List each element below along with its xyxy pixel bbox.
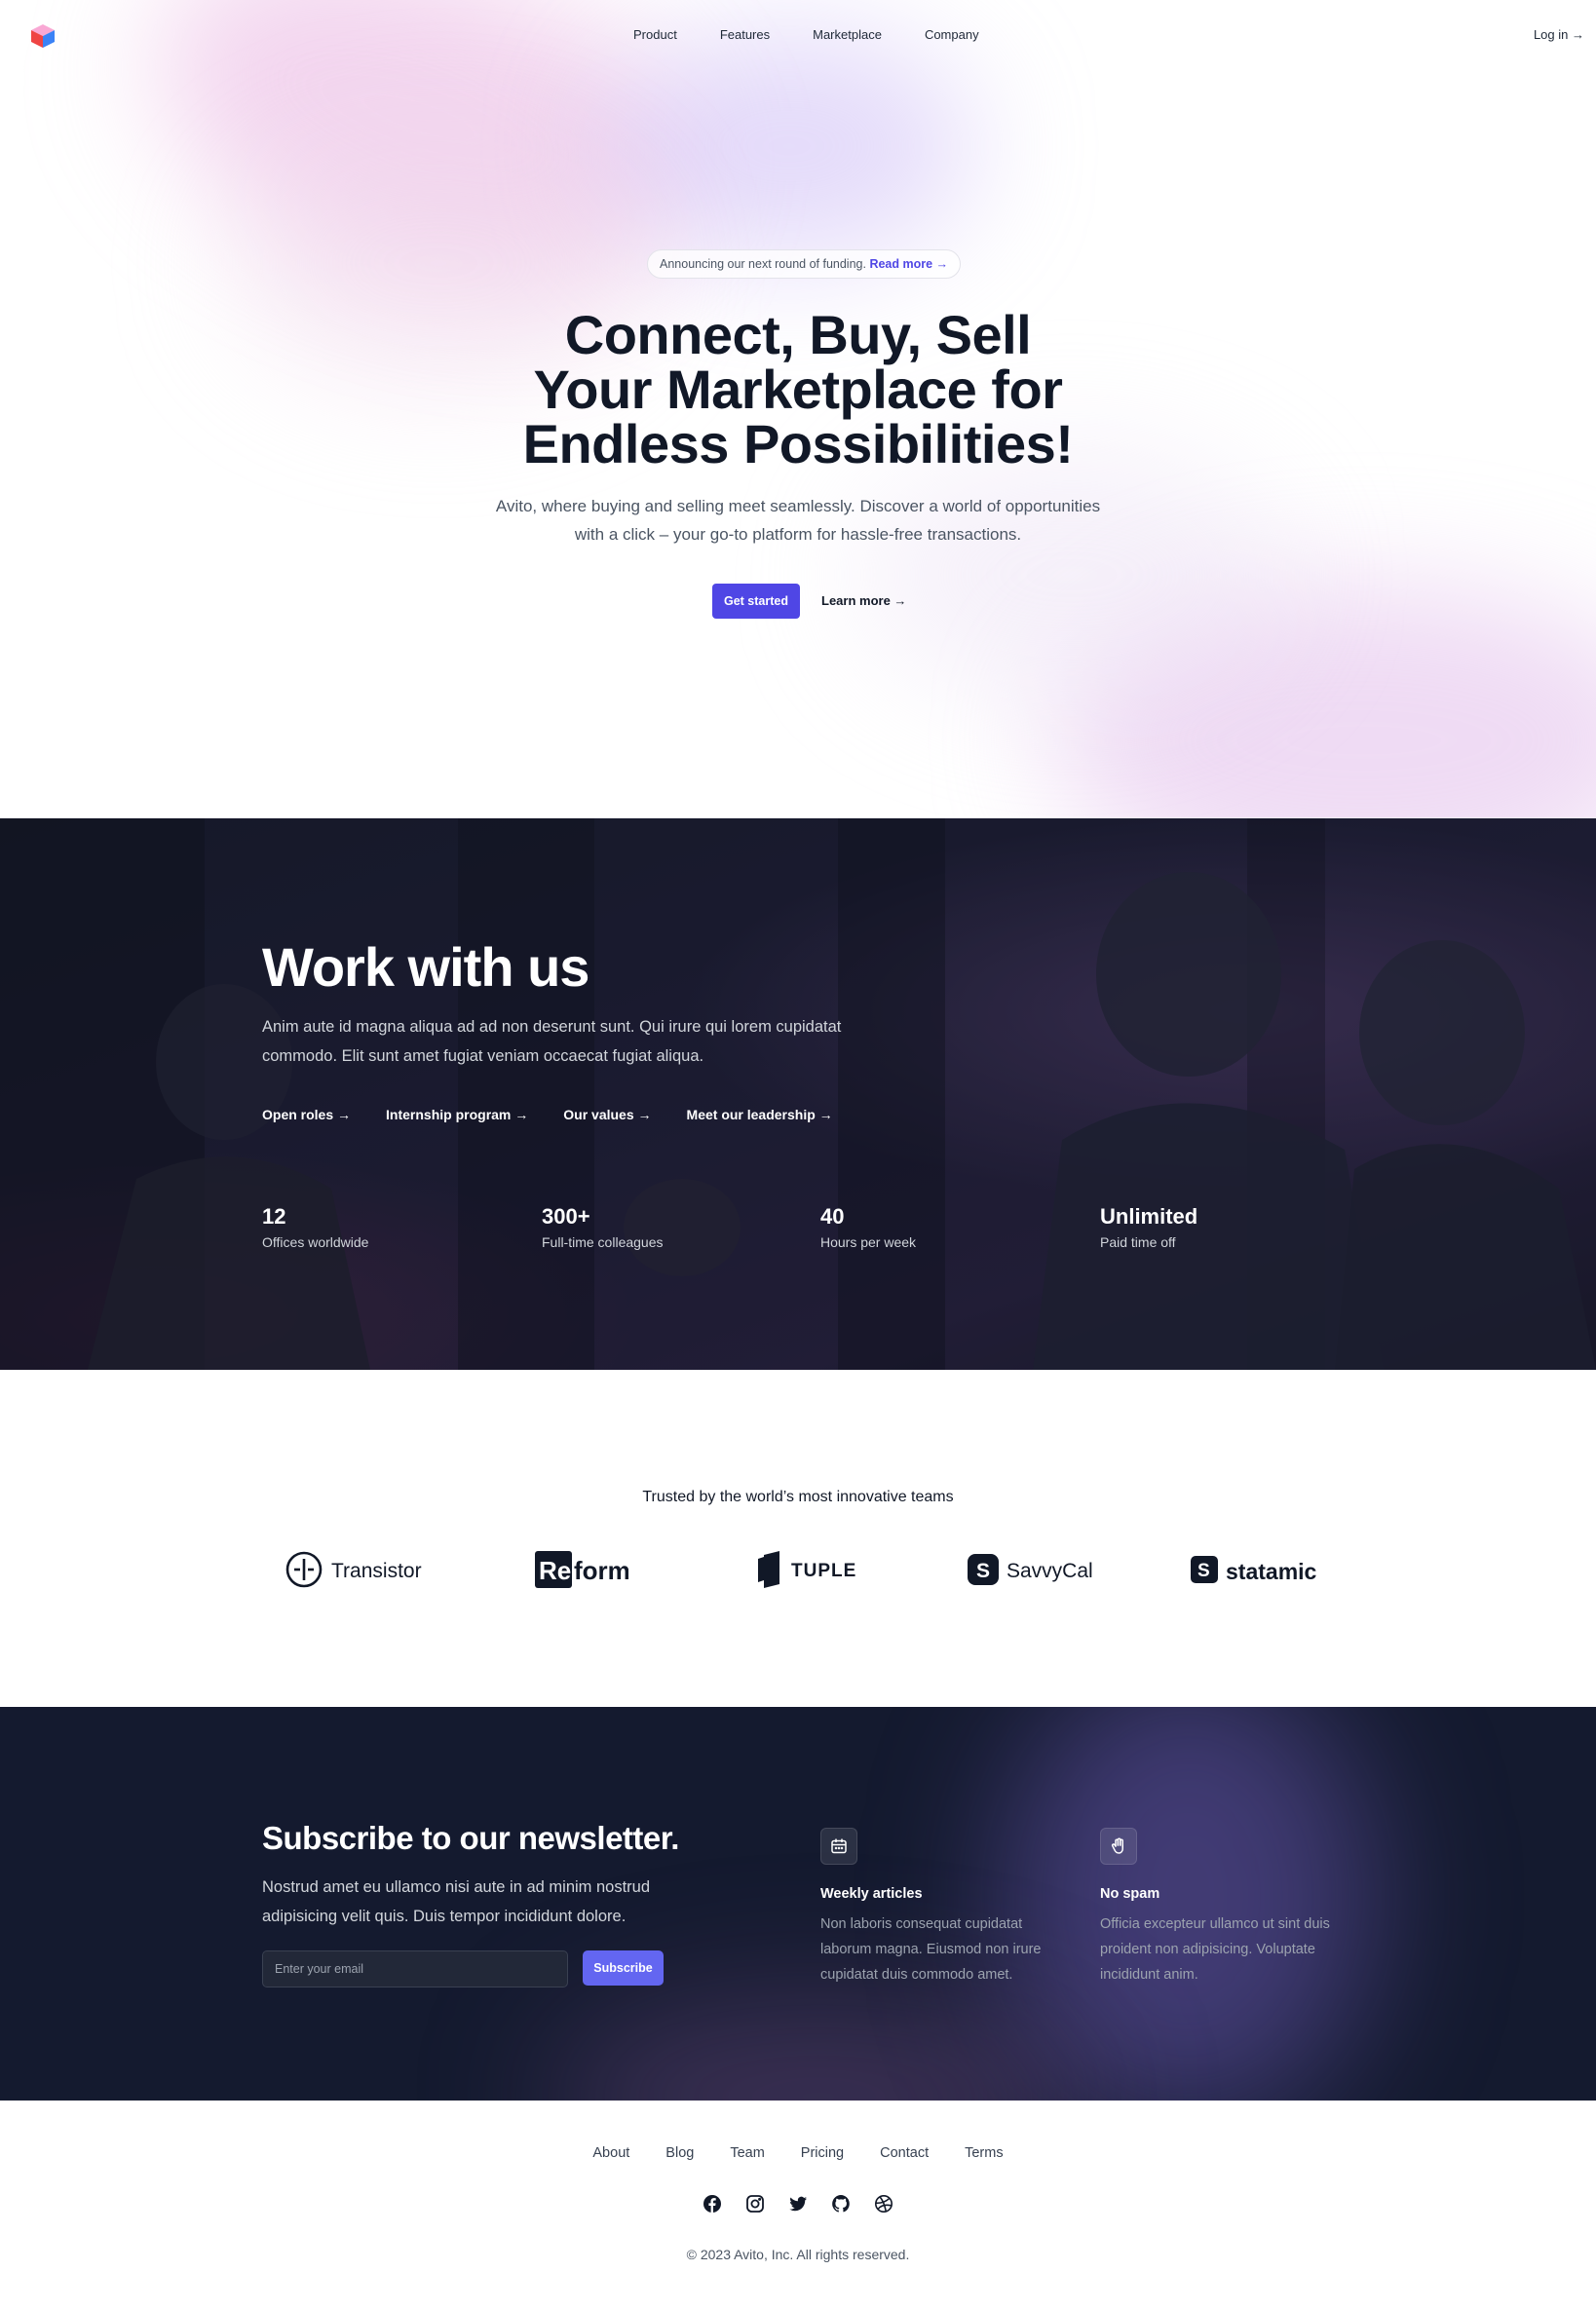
- nav-link-company[interactable]: Company: [925, 27, 979, 42]
- hero-title-line: Your Marketplace for: [533, 359, 1063, 420]
- stat-value: Unlimited: [1100, 1204, 1198, 1229]
- login-link[interactable]: Log in →: [1534, 27, 1584, 42]
- open-roles-link[interactable]: Open roles →: [262, 1107, 351, 1122]
- newsletter-title: Subscribe to our newsletter.: [262, 1820, 679, 1856]
- get-started-button[interactable]: Get started: [712, 584, 800, 619]
- footer-links: About Blog Team Pricing Contact Terms: [0, 2145, 1596, 2161]
- trusted-by-heading: Trusted by the world’s most innovative t…: [642, 1489, 954, 1505]
- cube-logo-icon[interactable]: [29, 23, 57, 49]
- work-with-us-description: Anim aute id magna aliqua ad ad non dese…: [262, 1018, 842, 1065]
- stat-hours: 40 Hours per week: [820, 1203, 1093, 1250]
- copyright-text: © 2023 Avito, Inc. All rights reserved.: [686, 2247, 910, 2262]
- tuple-logo-text: TUPLE: [791, 1561, 857, 1581]
- transistor-logo-icon: [285, 1550, 323, 1594]
- stat-colleagues: 300+ Full-time colleagues: [542, 1203, 815, 1250]
- tuple-logo: TUPLE: [758, 1547, 856, 1596]
- twitter-icon[interactable]: [788, 2194, 808, 2214]
- footer-link-team[interactable]: Team: [730, 2145, 764, 2161]
- announcement-read-more-link[interactable]: Read more →: [869, 257, 948, 271]
- facebook-icon[interactable]: [703, 2194, 722, 2214]
- svg-text:form: form: [574, 1556, 628, 1585]
- svg-text:S: S: [976, 1560, 990, 1582]
- announcement-text: Announcing our next round of funding.: [660, 257, 866, 271]
- footer-link-about[interactable]: About: [592, 2145, 629, 2161]
- github-icon[interactable]: [831, 2194, 851, 2214]
- feature-description: Officia excepteur ullamco ut sint duis p…: [1100, 1916, 1330, 1983]
- stat-label: Hours per week: [820, 1234, 917, 1250]
- footer-link-contact[interactable]: Contact: [880, 2145, 929, 2161]
- newsletter-description: Nostrud amet eu ullamco nisi aute in ad …: [262, 1878, 651, 1925]
- work-with-us-title: Work with us: [262, 936, 589, 998]
- savvycal-logo-icon: S: [968, 1553, 999, 1590]
- feature-no-spam: No spam Officia excepteur ullamco ut sin…: [1100, 1828, 1353, 1987]
- nav-links: Product Features Marketplace Company: [633, 27, 979, 42]
- newsletter-glow: [546, 1999, 1091, 2101]
- footer-link-terms[interactable]: Terms: [965, 2145, 1003, 2161]
- internship-program-link[interactable]: Internship program →: [386, 1107, 528, 1122]
- savvycal-logo: S SavvyCal: [968, 1547, 1093, 1596]
- statamic-logo: S statamic: [1191, 1547, 1316, 1596]
- hand-raised-icon: [1100, 1828, 1137, 1865]
- svg-text:Re: Re: [539, 1556, 571, 1585]
- svg-text:S: S: [1197, 1561, 1210, 1581]
- email-input[interactable]: [262, 1950, 568, 1987]
- footer-link-pricing[interactable]: Pricing: [801, 2145, 844, 2161]
- stat-offices: 12 Offices worldwide: [262, 1203, 535, 1250]
- announcement-badge: Announcing our next round of funding. Re…: [647, 249, 962, 279]
- hero-title: Connect, Buy, Sell Your Marketplace for …: [408, 308, 1188, 472]
- stat-value: 300+: [542, 1204, 590, 1229]
- stat-time-off: Unlimited Paid time off: [1100, 1203, 1373, 1250]
- learn-more-link[interactable]: Learn more →: [821, 593, 906, 608]
- reform-logo-icon: Re form: [535, 1550, 630, 1594]
- social-links: [0, 2194, 1596, 2214]
- nav-link-marketplace[interactable]: Marketplace: [813, 27, 882, 42]
- subscribe-button[interactable]: Subscribe: [583, 1950, 664, 1986]
- feature-weekly-articles: Weekly articles Non laboris consequat cu…: [820, 1828, 1074, 1987]
- hero-title-line: Endless Possibilities!: [522, 413, 1074, 474]
- feature-title: No spam: [1100, 1886, 1160, 1902]
- tuple-logo-icon: [758, 1550, 783, 1593]
- calendar-icon: [820, 1828, 857, 1865]
- hero-subtitle: Avito, where buying and selling meet sea…: [495, 497, 1101, 544]
- our-values-link[interactable]: Our values →: [563, 1107, 651, 1122]
- company-stats: 12 Offices worldwide 300+ Full-time coll…: [262, 1203, 1334, 1262]
- instagram-icon[interactable]: [745, 2194, 765, 2214]
- newsletter-section: Subscribe to our newsletter. Nostrud ame…: [0, 1707, 1596, 2101]
- transistor-logo: Transistor: [285, 1547, 422, 1596]
- hero-title-line: Connect, Buy, Sell: [564, 304, 1032, 365]
- team-photo-background: [0, 818, 1596, 1370]
- hero-gradient-blob: [857, 448, 1286, 701]
- hero-section: Product Features Marketplace Company Log…: [0, 0, 1596, 818]
- nav-link-product[interactable]: Product: [633, 27, 677, 42]
- stat-value: 40: [820, 1204, 845, 1229]
- reform-logo: Re form: [535, 1547, 630, 1596]
- stat-value: 12: [262, 1204, 286, 1229]
- work-with-us-section: Work with us Anim aute id magna aliqua a…: [0, 818, 1596, 1370]
- feature-description: Non laboris consequat cupidatat laborum …: [820, 1916, 1042, 1983]
- top-navigation: Product Features Marketplace Company Log…: [0, 0, 1596, 70]
- transistor-logo-text: Transistor: [331, 1560, 422, 1582]
- feature-title: Weekly articles: [820, 1886, 923, 1902]
- stat-label: Offices worldwide: [262, 1234, 369, 1250]
- stat-label: Paid time off: [1100, 1234, 1176, 1250]
- footer-link-blog[interactable]: Blog: [665, 2145, 694, 2161]
- work-links: Open roles → Internship program → Our va…: [262, 1107, 833, 1122]
- meet-our-leadership-link[interactable]: Meet our leadership →: [687, 1107, 833, 1122]
- stat-label: Full-time colleagues: [542, 1234, 664, 1250]
- statamic-logo-text: statamic: [1226, 1558, 1317, 1584]
- savvycal-logo-text: SavvyCal: [1007, 1560, 1093, 1582]
- nav-link-features[interactable]: Features: [720, 27, 770, 42]
- statamic-logo-icon: S: [1191, 1555, 1218, 1588]
- dribbble-icon[interactable]: [874, 2194, 893, 2214]
